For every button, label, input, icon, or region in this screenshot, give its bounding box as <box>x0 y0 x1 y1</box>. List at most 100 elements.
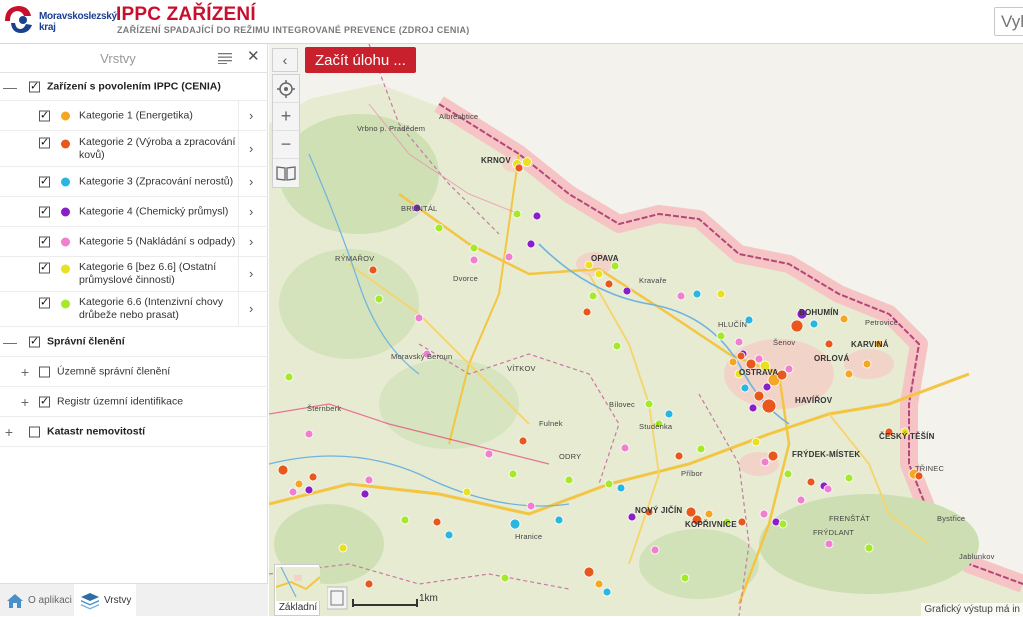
basemap-switcher[interactable]: Základní <box>274 564 320 616</box>
category-dot-icon <box>61 177 70 186</box>
layers-panel: Vrstvy ✕ — Zařízení s povolením IPPC (CE… <box>0 44 268 617</box>
tab-about[interactable]: O aplikaci <box>0 584 74 617</box>
start-task-button[interactable]: Začít úlohu ... <box>305 47 416 73</box>
town-label: BOHUMÍN <box>799 308 839 317</box>
layer-item-category-6-6[interactable]: Kategorie 6.6 (Intenzivní chovydrůbeže n… <box>0 292 268 327</box>
basemap-thumbnail-icon <box>276 567 320 601</box>
layer-detail-button[interactable]: › <box>238 257 268 291</box>
layer-detail-button[interactable]: › <box>238 167 268 196</box>
book-icon <box>276 166 296 181</box>
layer-detail-button[interactable]: › <box>238 131 268 166</box>
layer-label: Kategorie 3 (Zpracování nerostů) <box>79 175 233 188</box>
logo-text-line2: kraj <box>39 22 56 33</box>
town-label: Příbor <box>681 469 703 478</box>
bookmarks-button[interactable] <box>273 159 299 187</box>
layer-item-category-4[interactable]: Kategorie 4 (Chemický průmysl) › <box>0 197 268 227</box>
town-label: FRENŠTÁT <box>829 514 871 523</box>
town-label: FRÝDLANT <box>813 528 855 537</box>
layer-detail-button[interactable]: › <box>238 292 268 326</box>
layer-checkbox[interactable] <box>39 261 50 274</box>
chevron-right-icon: › <box>249 173 254 189</box>
chevron-right-icon: › <box>249 107 254 123</box>
panel-title: Vrstvy <box>100 51 136 66</box>
collapse-icon[interactable]: — <box>3 334 17 350</box>
category-label-line2: drůbeže nebo prasat) <box>79 309 179 321</box>
category-label-line1: Kategorie 6.6 (Intenzivní chovy <box>79 296 224 308</box>
collapse-panel-button[interactable]: ‹ <box>272 48 298 72</box>
expand-icon[interactable]: + <box>19 394 31 410</box>
close-icon[interactable]: ✕ <box>247 47 260 65</box>
layer-item-category-2[interactable]: Kategorie 2 (Výroba a zpracováníkovů) › <box>0 131 268 167</box>
town-label: Šenov <box>773 338 796 347</box>
layer-label: Územně správní členění <box>57 365 171 377</box>
category-label-line2: průmyslové činnosti) <box>79 274 175 286</box>
layer-item-uzemne-spravni[interactable]: + Územně správní členění <box>0 357 268 387</box>
town-label: Bílovec <box>609 400 635 409</box>
layer-checkbox[interactable] <box>39 204 50 217</box>
category-label-line1: Kategorie 1 (Energetika) <box>79 109 193 121</box>
basemap-label: Základní <box>278 602 318 613</box>
legend-list-icon[interactable] <box>218 52 232 64</box>
map-view[interactable]: KRNOV OPAVA BOHUMÍN KARVINÁ ORLOVÁ OSTRA… <box>269 44 1023 616</box>
zoom-out-button[interactable]: − <box>273 131 299 159</box>
layer-detail-button[interactable]: › <box>238 101 268 130</box>
layer-tree: — Zařízení s povolením IPPC (CENIA) Kate… <box>0 73 268 447</box>
town-label: KRNOV <box>481 156 511 165</box>
layer-checkbox[interactable] <box>29 426 40 437</box>
layer-checkbox[interactable] <box>29 334 40 347</box>
layer-detail-button[interactable]: › <box>238 227 268 256</box>
expand-icon[interactable]: + <box>3 424 15 440</box>
town-label: KOPŘIVNICE <box>685 520 737 529</box>
layer-group-katastr[interactable]: + Katastr nemovitostí <box>0 417 268 447</box>
category-label-line1: Kategorie 2 (Výroba a zpracování <box>79 135 236 148</box>
layer-label: Kategorie 4 (Chemický průmysl) <box>79 205 228 218</box>
layer-group-spravni-cleneni[interactable]: — Správní členění <box>0 327 268 357</box>
town-label: BRUNTÁL <box>401 204 438 213</box>
layer-item-category-5[interactable]: Kategorie 5 (Nakládání s odpady) › <box>0 227 268 257</box>
app-header: Moravskoslezský kraj IPPC ZAŘÍZENÍ ZAŘÍZ… <box>0 0 1023 44</box>
town-label: NOVÝ JIČÍN <box>635 506 683 515</box>
town-label: Studénka <box>639 422 673 431</box>
layer-checkbox[interactable] <box>39 296 50 309</box>
town-label: Petrovice <box>865 318 899 327</box>
logo-text-line1: Moravskoslezský <box>39 11 117 22</box>
tab-layers[interactable]: Vrstvy <box>74 584 136 617</box>
collapse-icon[interactable]: — <box>3 79 17 95</box>
category-label-line1: Kategorie 6 [bez 6.6] (Ostatní <box>79 261 217 273</box>
search-input[interactable] <box>995 8 1023 35</box>
layer-group-ippc[interactable]: — Zařízení s povolením IPPC (CENIA) <box>0 73 268 101</box>
expand-icon[interactable]: + <box>19 364 31 380</box>
layer-checkbox[interactable] <box>39 234 50 247</box>
map-attribution: Grafický výstup má in <box>921 603 1023 616</box>
layer-checkbox[interactable] <box>29 79 40 92</box>
category-label-line2: kovů) <box>79 148 105 161</box>
home-icon <box>7 593 23 608</box>
layer-checkbox[interactable] <box>39 174 50 187</box>
layer-item-category-1[interactable]: Kategorie 1 (Energetika) › <box>0 101 268 131</box>
region-logo[interactable]: Moravskoslezský kraj <box>2 3 117 39</box>
town-label: OSTRAVA <box>739 368 779 377</box>
search-box[interactable] <box>994 7 1023 36</box>
category-dot-icon <box>61 299 70 309</box>
panel-header: Vrstvy ✕ <box>0 44 268 73</box>
layer-item-category-6[interactable]: Kategorie 6 [bez 6.6] (Ostatníprůmyslové… <box>0 257 268 292</box>
layer-checkbox[interactable] <box>39 108 50 121</box>
town-label: Jablunkov <box>959 552 995 561</box>
town-label: HAVÍŘOV <box>795 396 833 405</box>
plus-icon: + <box>280 106 292 126</box>
layer-item-category-3[interactable]: Kategorie 3 (Zpracování nerostů) › <box>0 167 268 197</box>
layer-item-registr[interactable]: + Registr územní identifikace <box>0 387 268 417</box>
layer-checkbox[interactable] <box>39 136 50 149</box>
town-label: TŘINEC <box>915 464 945 473</box>
locate-button[interactable] <box>273 75 299 103</box>
app-title: IPPC ZAŘÍZENÍ <box>116 4 256 25</box>
layer-checkbox[interactable] <box>39 394 50 407</box>
town-label: Šternberk <box>307 404 342 413</box>
layer-checkbox[interactable] <box>39 366 50 377</box>
category-dot-icon <box>61 139 70 149</box>
zoom-in-button[interactable]: + <box>273 103 299 131</box>
scale-label: 1km <box>419 593 438 604</box>
layer-detail-button[interactable]: › <box>238 197 268 226</box>
town-label: VÍTKOV <box>507 364 536 373</box>
chevron-right-icon: › <box>249 233 254 249</box>
